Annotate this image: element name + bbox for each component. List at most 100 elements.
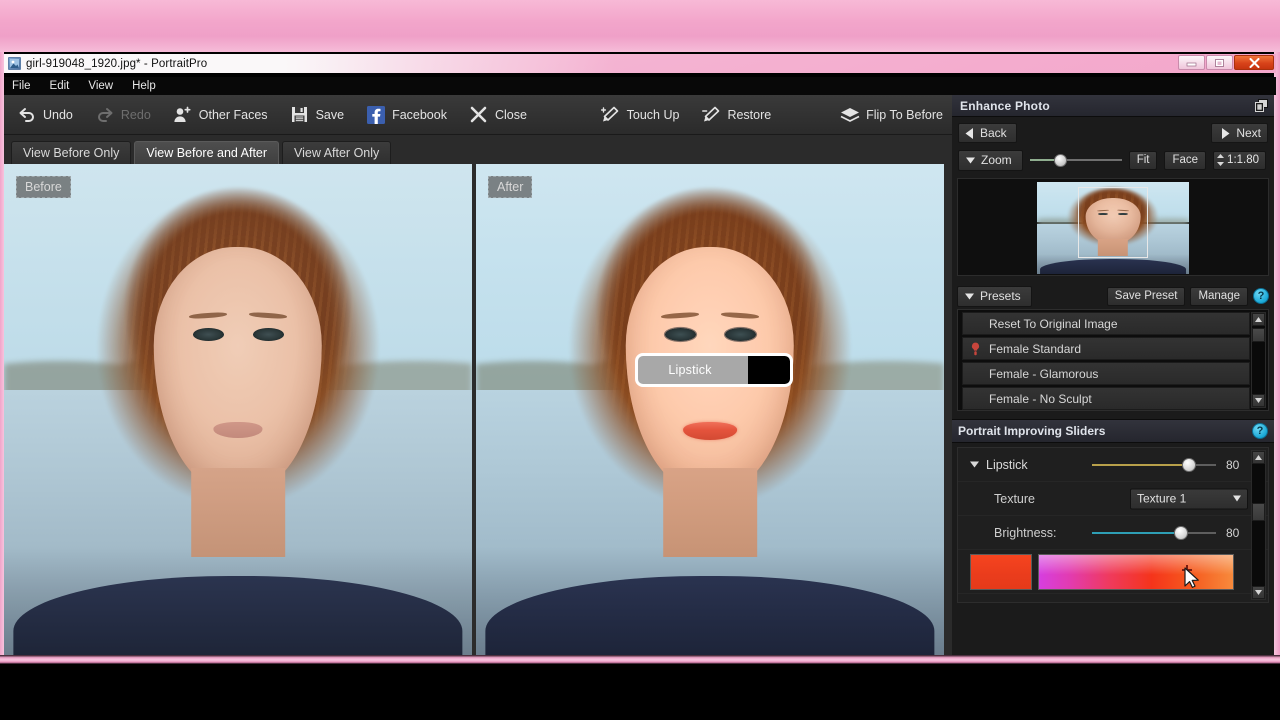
chevron-down-icon <box>1255 398 1262 403</box>
redo-icon <box>95 105 115 125</box>
presets-help-icon[interactable]: ? <box>1253 288 1269 304</box>
flip-to-before-button[interactable]: Flip To Before <box>831 100 952 130</box>
presets-scroll-up-button[interactable] <box>1252 313 1265 326</box>
navigator-selection-rect[interactable] <box>1078 187 1148 258</box>
restore-brush-icon <box>701 105 721 125</box>
zoom-ratio-value: 1:1.80 <box>1227 154 1260 166</box>
presets-scroll-down-button[interactable] <box>1252 394 1265 407</box>
lipstick-slider-knob[interactable] <box>1181 457 1196 472</box>
touch-up-button[interactable]: Touch Up <box>592 100 689 130</box>
slider-row-lipstick[interactable]: Lipstick 80 <box>958 448 1268 482</box>
preset-item-female-glamorous[interactable]: Female - Glamorous <box>962 362 1250 385</box>
back-button[interactable]: Back <box>958 123 1017 143</box>
tab-view-before-only[interactable]: View Before Only <box>11 141 132 164</box>
menu-item-view[interactable]: View <box>88 80 113 92</box>
dock-undock-icon[interactable] <box>1254 98 1269 113</box>
chevron-down-icon <box>1255 590 1262 595</box>
lipstick-collapse-caret-icon[interactable] <box>970 461 986 468</box>
brightness-slider-label: Brightness: <box>994 525 1057 540</box>
lipstick-slider-track-wrap[interactable] <box>1092 457 1216 472</box>
zoom-slider[interactable] <box>1029 152 1122 168</box>
zoom-row: Zoom Fit Face 1:1.80 <box>952 146 1274 174</box>
touch-up-brush-icon <box>601 105 621 125</box>
zoom-slider-knob[interactable] <box>1053 154 1067 167</box>
zoom-face-button[interactable]: Face <box>1164 150 1207 170</box>
undo-icon <box>17 105 37 125</box>
restore-button[interactable] <box>1206 55 1233 70</box>
lipstick-color-swatch[interactable] <box>970 553 1032 590</box>
chevron-down-icon <box>1233 495 1241 502</box>
sliders-scroll-down-button[interactable] <box>1252 586 1265 599</box>
lipstick-slider-label: Lipstick <box>986 457 1028 472</box>
menu-item-edit[interactable]: Edit <box>50 80 70 92</box>
lipstick-color-gradient-picker[interactable] <box>1038 553 1234 593</box>
slider-row-texture[interactable]: Texture Texture 1 <box>958 482 1268 516</box>
chevron-down-icon <box>970 461 979 468</box>
spinner-arrows-icon <box>1217 154 1225 166</box>
chevron-up-icon <box>1255 317 1262 322</box>
texture-label: Texture <box>994 491 1035 506</box>
chevron-down-icon <box>965 293 974 299</box>
sliders-scrollbar[interactable] <box>1251 450 1266 600</box>
texture-select-value: Texture 1 <box>1137 491 1187 506</box>
lipstick-slider-fill <box>1092 463 1189 466</box>
save-preset-button[interactable]: Save Preset <box>1106 286 1186 306</box>
sliders-scroll-thumb[interactable] <box>1252 503 1265 521</box>
window-controls <box>1178 55 1274 70</box>
facebook-button[interactable]: Facebook <box>357 100 456 130</box>
save-button[interactable]: Save <box>281 100 354 130</box>
preset-item-reset-to-original[interactable]: Reset To Original Image <box>962 312 1250 335</box>
other-faces-button[interactable]: Other Faces <box>164 100 277 130</box>
zoom-dropdown-button[interactable]: Zoom <box>958 149 1023 171</box>
zoom-ratio-spinner[interactable]: 1:1.80 <box>1213 150 1267 170</box>
after-badge: After <box>488 176 533 198</box>
sliders-help-icon[interactable]: ? <box>1252 423 1268 439</box>
preset-item-female-standard[interactable]: Female Standard <box>962 337 1250 360</box>
back-label: Back <box>980 126 1007 140</box>
minimize-button[interactable] <box>1178 55 1205 70</box>
preset-item-female-no-sculpt[interactable]: Female - No Sculpt <box>962 387 1250 410</box>
menu-item-file[interactable]: File <box>12 80 31 92</box>
close-button[interactable] <box>1234 55 1274 70</box>
presets-scroll-thumb[interactable] <box>1252 328 1265 342</box>
presets-scrollbar[interactable] <box>1251 312 1266 408</box>
after-photo[interactable]: After <box>476 164 944 655</box>
brightness-slider-fill <box>1092 531 1182 534</box>
lipstick-slider-value: 80 <box>1226 457 1240 472</box>
texture-select[interactable]: Texture 1 <box>1130 488 1248 509</box>
close-photo-button[interactable]: Close <box>460 100 536 130</box>
after-photo-image <box>476 164 944 655</box>
redo-label: Redo <box>120 107 151 122</box>
navigator-thumbnail[interactable] <box>957 178 1269 276</box>
chevron-down-icon <box>966 157 975 163</box>
restore-button[interactable]: Restore <box>692 100 780 130</box>
tab-view-after-only[interactable]: View After Only <box>282 141 392 164</box>
mouse-cursor-icon <box>1179 562 1201 593</box>
tab-view-before-and-after[interactable]: View Before and After <box>134 141 280 164</box>
presets-list[interactable]: Reset To Original Image Female Standard … <box>957 309 1269 411</box>
preset-label: Female Standard <box>989 341 1082 356</box>
slider-row-shine[interactable]: Shine 75 <box>958 594 1268 602</box>
manage-presets-button[interactable]: Manage <box>1190 286 1248 306</box>
redo-button[interactable]: Redo <box>86 100 160 130</box>
lipstick-color-row[interactable] <box>958 550 1268 594</box>
facebook-label: Facebook <box>392 107 447 122</box>
lipstick-floating-tag[interactable]: Lipstick <box>635 353 793 387</box>
lipstick-tag-swatch[interactable] <box>748 356 790 384</box>
zoom-fit-button[interactable]: Fit <box>1128 150 1158 170</box>
layers-icon <box>840 105 860 125</box>
undo-button[interactable]: Undo <box>8 100 82 130</box>
before-photo[interactable]: Before <box>4 164 472 655</box>
brightness-slider-track-wrap[interactable] <box>1092 525 1216 540</box>
presets-dropdown-button[interactable]: Presets <box>957 285 1032 307</box>
brightness-slider-knob[interactable] <box>1174 525 1189 540</box>
other-faces-icon <box>173 105 193 125</box>
sliders-scroll-up-button[interactable] <box>1252 451 1265 464</box>
menu-item-help[interactable]: Help <box>132 80 156 92</box>
before-photo-image <box>4 164 472 655</box>
preset-pin-icon <box>963 342 987 356</box>
panel-nav-row: Back Next <box>952 120 1274 146</box>
slider-row-brightness[interactable]: Brightness: 80 <box>958 516 1268 550</box>
photo-canvas[interactable]: Before After Lipstick <box>4 164 952 655</box>
next-button[interactable]: Next <box>1211 123 1268 143</box>
